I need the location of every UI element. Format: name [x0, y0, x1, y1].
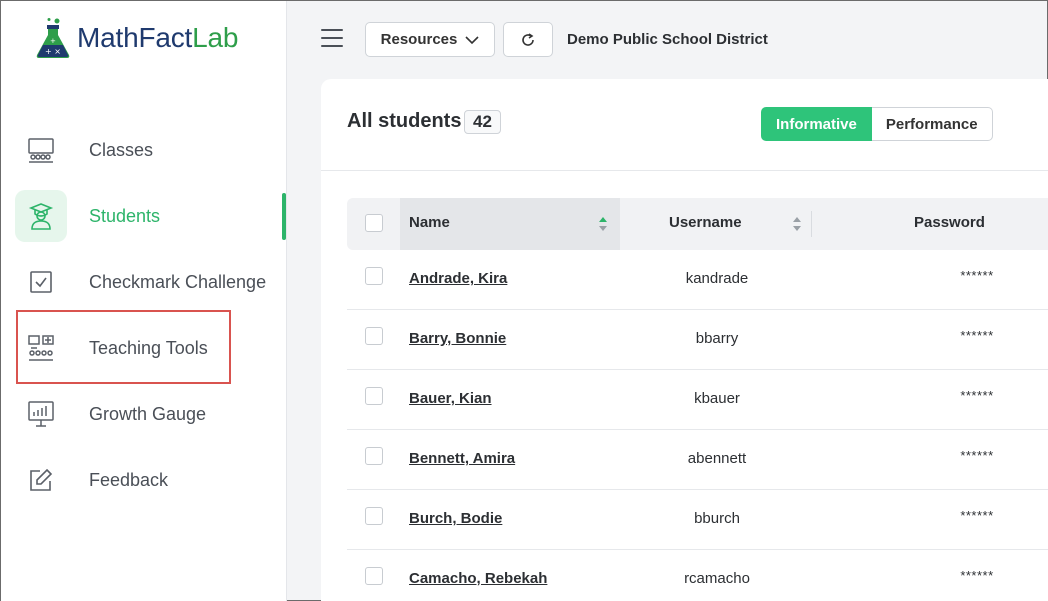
active-indicator [282, 193, 286, 240]
refresh-icon [522, 32, 534, 46]
sidebar: + × + MathFactLab Classes Students Check… [1, 1, 287, 601]
sidebar-item-classes[interactable]: Classes [15, 123, 271, 177]
hamburger-icon-line [321, 45, 343, 47]
table-row: Andrade, Kira kandrade ****** [347, 250, 1048, 310]
student-name-link[interactable]: Camacho, Rebekah [409, 570, 547, 587]
sidebar-item-label: Checkmark Challenge [89, 271, 267, 292]
sidebar-item-checkmark-challenge[interactable]: Checkmark Challenge [15, 255, 271, 309]
hamburger-icon-line [321, 29, 343, 31]
resources-label: Resources [380, 31, 458, 48]
page-title: All students [347, 110, 462, 132]
password-cell: ****** [960, 388, 994, 403]
table-header: Name Username Password [347, 198, 1048, 250]
row-checkbox[interactable] [365, 267, 383, 285]
svg-text:+ ×: + × [45, 47, 61, 56]
app-logo[interactable]: + × + MathFactLab [35, 17, 238, 59]
sidebar-item-label: Students [89, 205, 161, 226]
username-cell: abennett [687, 450, 747, 467]
students-card: All students 42 Informative Performance … [321, 79, 1048, 601]
student-count-badge: 42 [464, 110, 501, 134]
row-checkbox[interactable] [365, 447, 383, 465]
password-cell: ****** [960, 508, 994, 523]
table-row: Burch, Bodie bburch ****** [347, 490, 1048, 550]
password-cell: ****** [960, 328, 994, 343]
refresh-button[interactable] [503, 22, 553, 57]
sidebar-item-students[interactable]: Students [15, 189, 271, 243]
column-divider [811, 211, 812, 237]
sidebar-item-feedback[interactable]: Feedback [15, 453, 271, 507]
sidebar-item-label: Classes [89, 139, 154, 160]
card-header: All students 42 Informative Performance [321, 79, 1048, 171]
resources-dropdown[interactable]: Resources [365, 22, 495, 57]
table-row: Camacho, Rebekah rcamacho ****** [347, 550, 1048, 601]
student-name-link[interactable]: Barry, Bonnie [409, 330, 506, 347]
performance-toggle-button[interactable]: Performance [871, 107, 993, 141]
row-checkbox[interactable] [365, 327, 383, 345]
username-cell: bburch [694, 510, 740, 527]
password-cell: ****** [960, 568, 994, 583]
table-row: Bauer, Kian kbauer ****** [347, 370, 1048, 430]
classroom-icon [15, 124, 67, 176]
row-checkbox[interactable] [365, 507, 383, 525]
app-name: MathFactLab [77, 22, 239, 53]
student-name-link[interactable]: Bennett, Amira [409, 450, 515, 467]
student-icon [15, 190, 67, 242]
student-name-link[interactable]: Bauer, Kian [409, 390, 492, 407]
view-toggle: Informative Performance [761, 107, 993, 141]
username-cell: kbauer [694, 390, 740, 407]
student-name-link[interactable]: Andrade, Kira [409, 270, 507, 287]
edit-icon [15, 454, 67, 506]
sort-icon[interactable] [598, 215, 608, 233]
hamburger-icon-line [321, 37, 343, 39]
chevron-down-icon [465, 35, 479, 44]
highlight-annotation [16, 310, 231, 384]
student-name-link[interactable]: Burch, Bodie [409, 510, 502, 527]
svg-text:+: + [50, 37, 56, 45]
column-header-name[interactable]: Name [409, 214, 450, 231]
password-cell: ****** [960, 448, 994, 463]
column-header-password: Password [914, 214, 985, 231]
checkbox-icon [15, 256, 67, 308]
informative-toggle-button[interactable]: Informative [761, 107, 872, 141]
select-all-checkbox[interactable] [365, 214, 383, 232]
username-cell: bbarry [695, 330, 739, 347]
password-cell: ****** [960, 268, 994, 283]
table-row: Barry, Bonnie bbarry ****** [347, 310, 1048, 370]
growth-chart-icon [15, 388, 67, 440]
flask-logo-icon: + × + [36, 18, 70, 58]
row-checkbox[interactable] [365, 387, 383, 405]
menu-toggle-button[interactable] [321, 29, 343, 49]
column-header-username[interactable]: Username [669, 214, 742, 231]
sort-icon[interactable] [792, 215, 802, 233]
row-checkbox[interactable] [365, 567, 383, 585]
username-cell: rcamacho [684, 570, 750, 587]
sidebar-item-label: Growth Gauge [89, 403, 207, 424]
username-cell: kandrade [685, 270, 749, 287]
table-row: Bennett, Amira abennett ****** [347, 430, 1048, 490]
district-name: Demo Public School District [567, 31, 768, 48]
sidebar-item-growth-gauge[interactable]: Growth Gauge [15, 387, 271, 441]
sidebar-item-label: Feedback [89, 469, 169, 490]
